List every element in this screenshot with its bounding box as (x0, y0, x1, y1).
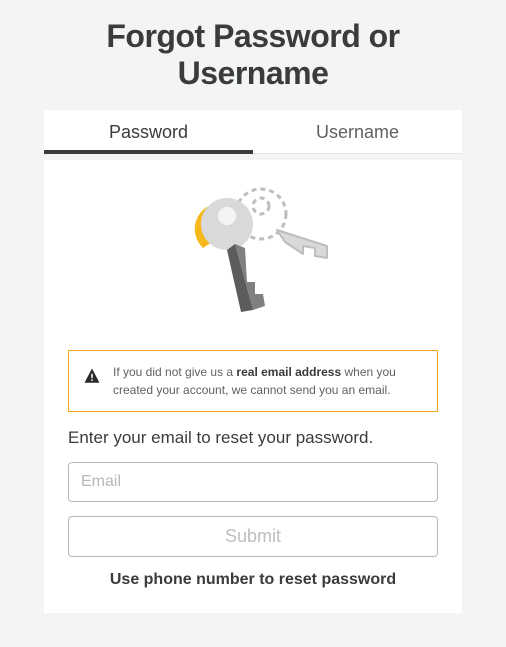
key-icon (68, 180, 438, 330)
tab-bar: Password Username (44, 110, 462, 154)
email-field[interactable] (68, 462, 438, 502)
warning-bold: real email address (236, 365, 341, 379)
submit-button[interactable]: Submit (68, 516, 438, 557)
instruction-text: Enter your email to reset your password. (68, 428, 438, 448)
tab-username[interactable]: Username (253, 110, 462, 154)
warning-prefix: If you did not give us a (113, 365, 236, 379)
warning-text: If you did not give us a real email addr… (113, 363, 423, 399)
tab-password[interactable]: Password (44, 110, 253, 154)
reset-panel: If you did not give us a real email addr… (44, 160, 462, 613)
use-phone-link[interactable]: Use phone number to reset password (68, 571, 438, 589)
page-title: Forgot Password or Username (44, 18, 462, 92)
warning-alert: If you did not give us a real email addr… (68, 350, 438, 412)
warning-icon (83, 367, 101, 390)
